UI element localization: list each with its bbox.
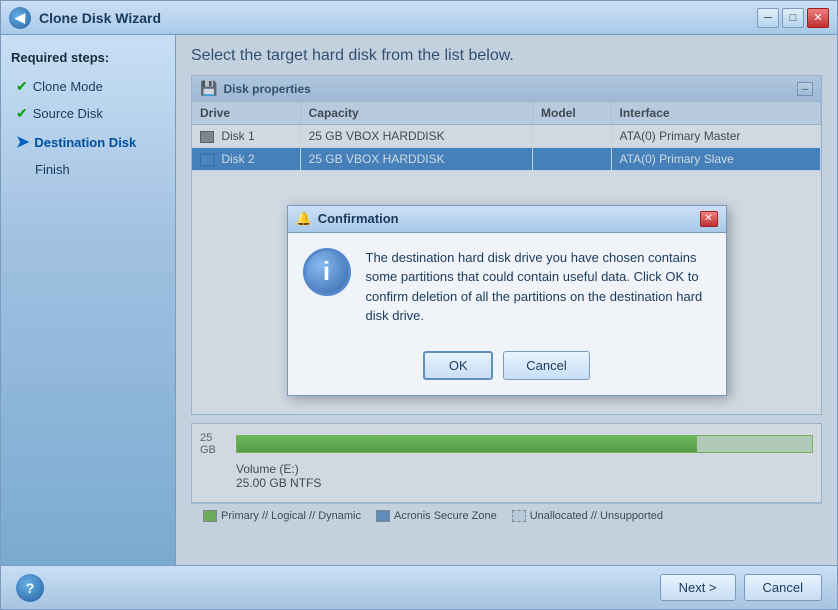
dialog-info-icon: i [303,248,351,296]
sidebar-title: Required steps: [11,50,165,65]
title-bar: ◀ Clone Disk Wizard ─ □ ✕ [1,1,837,35]
sidebar: Required steps: ✔ Clone Mode ✔ Source Di… [1,35,176,565]
next-button[interactable]: Next > [660,574,736,601]
title-bar-text: Clone Disk Wizard [39,10,757,26]
help-button[interactable]: ? [16,574,44,602]
main-window: ◀ Clone Disk Wizard ─ □ ✕ Required steps… [0,0,838,610]
dialog-overlay: 🔔 Confirmation ✕ i The destination hard … [176,35,837,565]
bottom-right: Next > Cancel [660,574,822,601]
dialog-buttons: OK Cancel [288,341,726,395]
minimize-button[interactable]: ─ [757,8,779,28]
right-panel: Select the target hard disk from the lis… [176,35,837,565]
dialog-message: The destination hard disk drive you have… [366,248,711,326]
sidebar-label-clone-mode: Clone Mode [33,79,103,94]
app-icon: ◀ [9,7,31,29]
bottom-left: ? [16,574,44,602]
dialog-title-icon: 🔔 [296,211,312,227]
info-letter: i [323,256,330,287]
dialog-ok-button[interactable]: OK [423,351,493,380]
checkmark-icon-source: ✔ [16,105,28,122]
dialog-body: i The destination hard disk drive you ha… [288,233,726,341]
arrow-icon-destination: ➤ [16,132,29,152]
dialog-close-button[interactable]: ✕ [700,211,718,227]
dialog-title-text: Confirmation [318,211,700,226]
checkmark-icon-clone: ✔ [16,78,28,95]
dialog-cancel-button[interactable]: Cancel [503,351,589,380]
main-content: Required steps: ✔ Clone Mode ✔ Source Di… [1,35,837,565]
sidebar-label-source-disk: Source Disk [33,106,103,121]
dialog-title-bar: 🔔 Confirmation ✕ [288,206,726,233]
title-bar-buttons: ─ □ ✕ [757,8,829,28]
close-button[interactable]: ✕ [807,8,829,28]
sidebar-item-source-disk[interactable]: ✔ Source Disk [11,102,165,125]
maximize-button[interactable]: □ [782,8,804,28]
sidebar-item-clone-mode[interactable]: ✔ Clone Mode [11,75,165,98]
sidebar-item-finish[interactable]: Finish [11,159,165,180]
bottom-bar: ? Next > Cancel [1,565,837,609]
confirmation-dialog: 🔔 Confirmation ✕ i The destination hard … [287,205,727,396]
sidebar-label-destination-disk: Destination Disk [34,135,136,150]
cancel-button[interactable]: Cancel [744,574,822,601]
sidebar-item-destination-disk[interactable]: ➤ Destination Disk [11,129,165,155]
sidebar-label-finish: Finish [35,162,70,177]
